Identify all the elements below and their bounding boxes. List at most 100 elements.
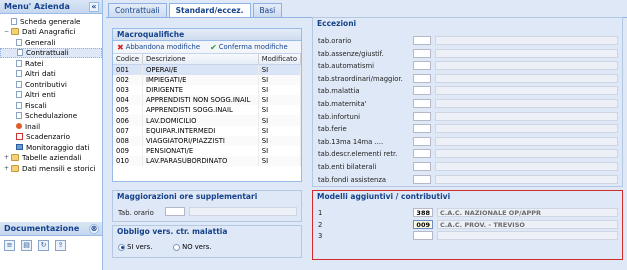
sidebar-item[interactable]: Contrattuali [0,47,102,58]
folder-icon [11,154,19,162]
document-icon [16,80,22,88]
sidebar-item[interactable]: Scadenzario [0,132,102,143]
si-vers-option[interactable]: SI vers. [118,243,152,251]
eccezione-label: tab.orario [318,37,352,45]
table-row[interactable]: 002 IMPIEGATI/E SI [113,74,302,85]
eccezione-label: tab.enti bilaterali [318,163,377,171]
modified-cell: SI [258,146,302,157]
table-row[interactable]: 005 APPRENDISTI SOGG.INAIL SI [113,105,302,116]
sidebar-item[interactable]: Ratei [0,58,102,69]
eccezione-label: tab.malattia [318,87,360,96]
desc-cell: IMPIEGATI/E [142,74,259,85]
refresh-icon[interactable]: ↻ [38,240,49,251]
sidebar-item[interactable]: Fiscali [0,100,102,111]
plus-expander-icon[interactable]: + [3,165,10,172]
table-row[interactable]: 004 APPRENDISTI NON SOGG.INAIL SI [113,95,302,106]
code-cell: 009 [113,146,144,157]
sidebar-item-label: Ratei [25,58,44,68]
sidebar-item[interactable]: Inail [0,121,102,132]
sidebar-item[interactable]: + Dati mensili e storici [0,163,102,174]
macroqualifiche-title: Macroqualifiche [113,29,301,41]
documentazione-title: Documentazione [4,224,80,233]
sidebar-item[interactable]: − Dati Anagrafici [0,27,102,38]
desc-cell: PENSIONATI/E [142,146,259,157]
modified-cell: SI [258,135,302,146]
sidebar-item[interactable]: Schedulazione [0,111,102,122]
code-cell: 003 [113,84,144,96]
eccezione-desc [435,73,618,83]
eccezione-label: tab.straordinari/maggior. [318,74,403,83]
col-descrizione[interactable]: Descrizione [142,54,259,65]
eccezione-code-input[interactable] [413,73,431,83]
no-vers-radio[interactable] [173,243,180,251]
eccezione-code-input[interactable] [413,136,431,146]
eccezione-label: tab.assenze/giustif. [318,49,384,58]
conferma-label: Conferma modifiche [218,43,288,51]
no-vers-option[interactable]: NO vers. [173,243,211,251]
modified-cell: SI [258,84,302,96]
eccezione-code-input[interactable] [413,48,431,58]
sidebar-item[interactable]: Altri dati [0,69,102,80]
col-modificato[interactable]: Modificato [258,54,302,65]
monitor-icon [16,144,23,151]
table-row[interactable]: 007 EQUIPAR.INTERMEDI SI [113,125,302,136]
eccezione-desc [435,99,618,108]
tab-contrattuali[interactable]: Contrattuali [108,3,167,17]
eccezione-label: tab.13ma 14ma .... [318,137,384,146]
document-icon [16,112,22,120]
abbandona-button[interactable]: ✖ Abbandona modifiche [117,43,200,52]
table-row[interactable]: 003 DIRIGENTE SI [113,84,302,96]
eccezione-code-input[interactable] [413,86,431,96]
collapse-doc-icon[interactable]: ⊗ [89,224,99,234]
document-list-icon[interactable]: ≡ [4,240,15,251]
sidebar-item-label: Contributivi [25,79,67,89]
highlight-frame [312,190,623,260]
tab-bar: Contrattuali Standard/eccez. Basi [108,3,283,18]
eccezione-code-input[interactable] [413,174,431,184]
conferma-button[interactable]: ✔ Conferma modifiche [210,43,288,52]
eccezione-desc [435,124,618,134]
eccezione-code-input[interactable] [413,124,431,134]
export-icon[interactable]: ⇪ [55,240,66,251]
sidebar-item[interactable]: Altri enti [0,90,102,101]
code-cell: 004 [113,95,144,106]
document-view-icon[interactable]: ▤ [21,240,32,251]
collapse-left-icon[interactable]: « [89,2,99,12]
plus-expander-icon[interactable]: + [3,154,10,161]
tab-standard-eccez[interactable]: Standard/eccez. [168,3,251,18]
tab-basi[interactable]: Basi [252,3,283,17]
macro-table: Codice Descrizione Modificato 001 OPERAI/… [113,54,302,167]
desc-cell: EQUIPAR.INTERMEDI [142,125,259,136]
table-row[interactable]: 009 PENSIONATI/E SI [113,146,302,157]
eccezione-code-input[interactable] [413,61,431,71]
eccezione-code-input[interactable] [413,162,431,171]
minus-expander-icon[interactable]: − [3,28,10,35]
documentazione-toolbar: ≡ ▤ ↻ ⇪ [4,240,66,251]
document-icon [16,59,22,67]
no-vers-label: NO vers. [182,243,212,251]
si-vers-radio[interactable] [118,243,125,251]
sidebar-item[interactable]: + Tabelle aziendali [0,153,102,164]
tab-orario-label: Tab. orario [118,209,154,217]
maggiorazioni-fieldset: Maggiorazioni ore supplementari Tab. ora… [112,190,302,222]
table-row[interactable]: 006 LAV.DOMICILIO SI [113,115,302,126]
eccezione-code-input[interactable] [413,111,431,121]
tab-orario-input[interactable] [165,207,185,216]
sidebar-item[interactable]: Monitoraggio dati [0,142,102,153]
table-row[interactable]: 001 OPERAI/E SI [113,64,302,75]
desc-cell: OPERAI/E [142,64,259,75]
eccezione-code-input[interactable] [413,149,431,159]
modified-cell: SI [258,125,302,136]
sidebar-item[interactable]: Scheda generale [0,16,102,27]
checkmark-icon: ✔ [210,42,217,52]
eccezione-label: tab.automatismi [318,62,374,71]
eccezione-code-input[interactable] [413,36,431,45]
sidebar-item-label: Scheda generale [20,16,81,26]
sidebar-item[interactable]: Generali [0,37,102,48]
sidebar-item[interactable]: Contributivi [0,79,102,90]
table-row[interactable]: 008 VIAGGIATORI/PIAZZISTI SI [113,135,302,146]
table-row[interactable]: 010 LAV.PARASUBORDINATO SI [113,156,302,167]
eccezione-code-input[interactable] [413,99,431,108]
col-codice[interactable]: Codice [113,54,144,65]
eccezione-label: tab.fondi assistenza [318,175,387,184]
